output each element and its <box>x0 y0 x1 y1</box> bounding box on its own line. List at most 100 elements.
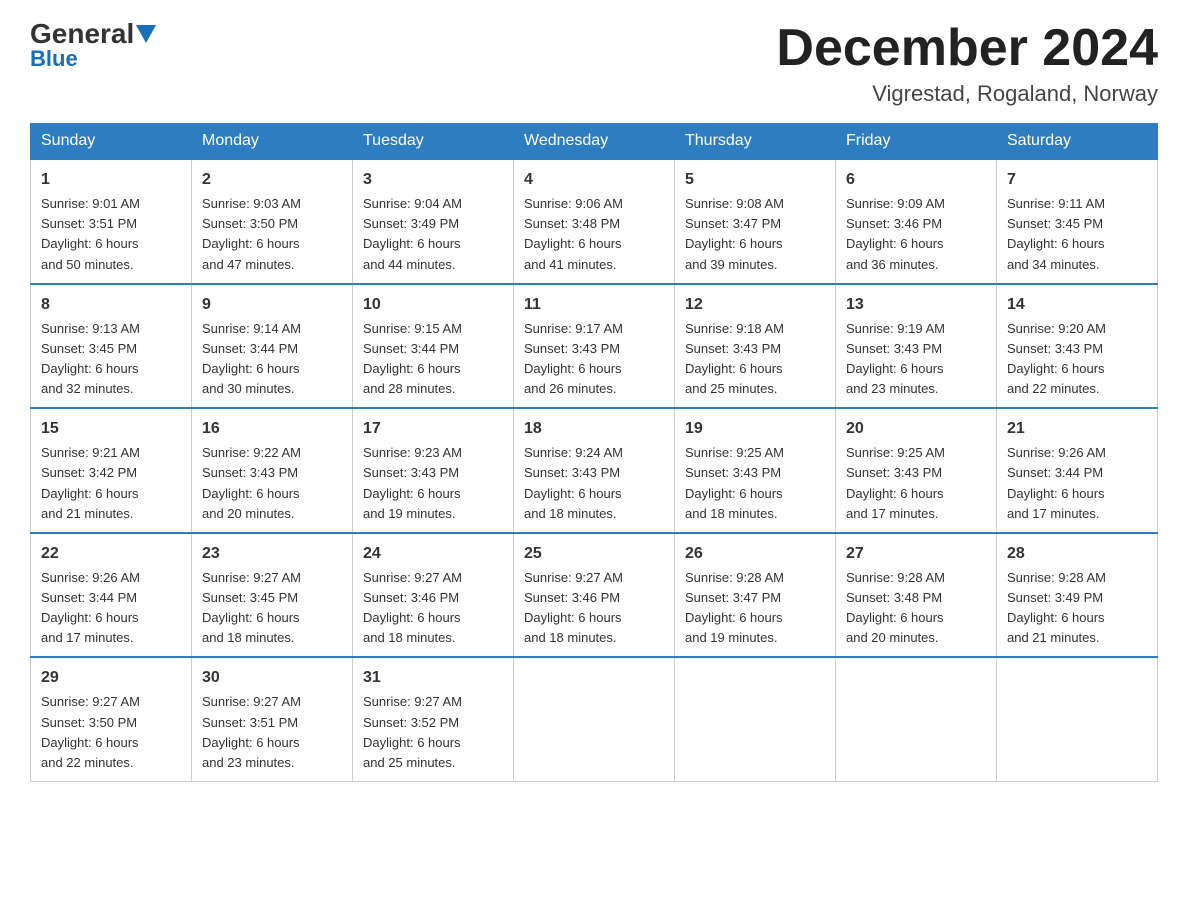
table-row: 1Sunrise: 9:01 AMSunset: 3:51 PMDaylight… <box>31 159 192 284</box>
table-row: 4Sunrise: 9:06 AMSunset: 3:48 PMDaylight… <box>514 159 675 284</box>
col-thursday: Thursday <box>675 124 836 160</box>
table-row: 7Sunrise: 9:11 AMSunset: 3:45 PMDaylight… <box>997 159 1158 284</box>
day-number: 10 <box>363 293 503 317</box>
day-info: Sunrise: 9:20 AMSunset: 3:43 PMDaylight:… <box>1007 319 1147 400</box>
day-number: 23 <box>202 542 342 566</box>
table-row: 17Sunrise: 9:23 AMSunset: 3:43 PMDayligh… <box>353 408 514 533</box>
day-number: 20 <box>846 417 986 441</box>
table-row: 18Sunrise: 9:24 AMSunset: 3:43 PMDayligh… <box>514 408 675 533</box>
table-row: 22Sunrise: 9:26 AMSunset: 3:44 PMDayligh… <box>31 533 192 658</box>
calendar-week-row: 8Sunrise: 9:13 AMSunset: 3:45 PMDaylight… <box>31 284 1158 409</box>
location-subtitle: Vigrestad, Rogaland, Norway <box>776 81 1158 107</box>
table-row: 3Sunrise: 9:04 AMSunset: 3:49 PMDaylight… <box>353 159 514 284</box>
logo-general-text: General <box>30 20 134 48</box>
table-row: 27Sunrise: 9:28 AMSunset: 3:48 PMDayligh… <box>836 533 997 658</box>
day-info: Sunrise: 9:11 AMSunset: 3:45 PMDaylight:… <box>1007 194 1147 275</box>
page-header: General Blue December 2024 Vigrestad, Ro… <box>30 20 1158 107</box>
day-info: Sunrise: 9:27 AMSunset: 3:45 PMDaylight:… <box>202 568 342 649</box>
day-info: Sunrise: 9:17 AMSunset: 3:43 PMDaylight:… <box>524 319 664 400</box>
day-number: 15 <box>41 417 181 441</box>
table-row: 13Sunrise: 9:19 AMSunset: 3:43 PMDayligh… <box>836 284 997 409</box>
day-info: Sunrise: 9:09 AMSunset: 3:46 PMDaylight:… <box>846 194 986 275</box>
table-row: 10Sunrise: 9:15 AMSunset: 3:44 PMDayligh… <box>353 284 514 409</box>
col-tuesday: Tuesday <box>353 124 514 160</box>
day-number: 5 <box>685 168 825 192</box>
day-number: 14 <box>1007 293 1147 317</box>
col-monday: Monday <box>192 124 353 160</box>
table-row <box>836 657 997 781</box>
table-row: 16Sunrise: 9:22 AMSunset: 3:43 PMDayligh… <box>192 408 353 533</box>
table-row: 8Sunrise: 9:13 AMSunset: 3:45 PMDaylight… <box>31 284 192 409</box>
day-number: 13 <box>846 293 986 317</box>
calendar-week-row: 29Sunrise: 9:27 AMSunset: 3:50 PMDayligh… <box>31 657 1158 781</box>
table-row: 25Sunrise: 9:27 AMSunset: 3:46 PMDayligh… <box>514 533 675 658</box>
calendar-week-row: 1Sunrise: 9:01 AMSunset: 3:51 PMDaylight… <box>31 159 1158 284</box>
day-info: Sunrise: 9:27 AMSunset: 3:46 PMDaylight:… <box>363 568 503 649</box>
logo-triangle-icon <box>136 25 156 43</box>
day-info: Sunrise: 9:26 AMSunset: 3:44 PMDaylight:… <box>1007 443 1147 524</box>
table-row: 15Sunrise: 9:21 AMSunset: 3:42 PMDayligh… <box>31 408 192 533</box>
day-number: 16 <box>202 417 342 441</box>
col-friday: Friday <box>836 124 997 160</box>
table-row: 23Sunrise: 9:27 AMSunset: 3:45 PMDayligh… <box>192 533 353 658</box>
day-info: Sunrise: 9:27 AMSunset: 3:52 PMDaylight:… <box>363 692 503 773</box>
day-number: 9 <box>202 293 342 317</box>
day-number: 2 <box>202 168 342 192</box>
table-row: 26Sunrise: 9:28 AMSunset: 3:47 PMDayligh… <box>675 533 836 658</box>
day-number: 29 <box>41 666 181 690</box>
day-info: Sunrise: 9:26 AMSunset: 3:44 PMDaylight:… <box>41 568 181 649</box>
day-number: 6 <box>846 168 986 192</box>
day-number: 30 <box>202 666 342 690</box>
col-wednesday: Wednesday <box>514 124 675 160</box>
day-info: Sunrise: 9:01 AMSunset: 3:51 PMDaylight:… <box>41 194 181 275</box>
day-number: 4 <box>524 168 664 192</box>
table-row <box>997 657 1158 781</box>
day-info: Sunrise: 9:28 AMSunset: 3:48 PMDaylight:… <box>846 568 986 649</box>
table-row <box>675 657 836 781</box>
day-number: 3 <box>363 168 503 192</box>
day-number: 7 <box>1007 168 1147 192</box>
table-row: 12Sunrise: 9:18 AMSunset: 3:43 PMDayligh… <box>675 284 836 409</box>
col-sunday: Sunday <box>31 124 192 160</box>
day-number: 19 <box>685 417 825 441</box>
day-number: 12 <box>685 293 825 317</box>
day-number: 25 <box>524 542 664 566</box>
day-info: Sunrise: 9:04 AMSunset: 3:49 PMDaylight:… <box>363 194 503 275</box>
day-number: 1 <box>41 168 181 192</box>
day-info: Sunrise: 9:25 AMSunset: 3:43 PMDaylight:… <box>685 443 825 524</box>
table-row: 24Sunrise: 9:27 AMSunset: 3:46 PMDayligh… <box>353 533 514 658</box>
day-info: Sunrise: 9:21 AMSunset: 3:42 PMDaylight:… <box>41 443 181 524</box>
day-number: 11 <box>524 293 664 317</box>
calendar-week-row: 15Sunrise: 9:21 AMSunset: 3:42 PMDayligh… <box>31 408 1158 533</box>
day-number: 26 <box>685 542 825 566</box>
table-row: 11Sunrise: 9:17 AMSunset: 3:43 PMDayligh… <box>514 284 675 409</box>
table-row: 19Sunrise: 9:25 AMSunset: 3:43 PMDayligh… <box>675 408 836 533</box>
day-info: Sunrise: 9:03 AMSunset: 3:50 PMDaylight:… <box>202 194 342 275</box>
calendar-table: Sunday Monday Tuesday Wednesday Thursday… <box>30 123 1158 782</box>
table-row: 29Sunrise: 9:27 AMSunset: 3:50 PMDayligh… <box>31 657 192 781</box>
day-number: 21 <box>1007 417 1147 441</box>
table-row: 30Sunrise: 9:27 AMSunset: 3:51 PMDayligh… <box>192 657 353 781</box>
day-info: Sunrise: 9:25 AMSunset: 3:43 PMDaylight:… <box>846 443 986 524</box>
day-info: Sunrise: 9:08 AMSunset: 3:47 PMDaylight:… <box>685 194 825 275</box>
table-row <box>514 657 675 781</box>
day-info: Sunrise: 9:14 AMSunset: 3:44 PMDaylight:… <box>202 319 342 400</box>
day-number: 22 <box>41 542 181 566</box>
table-row: 31Sunrise: 9:27 AMSunset: 3:52 PMDayligh… <box>353 657 514 781</box>
title-area: December 2024 Vigrestad, Rogaland, Norwa… <box>776 20 1158 107</box>
day-info: Sunrise: 9:27 AMSunset: 3:46 PMDaylight:… <box>524 568 664 649</box>
day-info: Sunrise: 9:28 AMSunset: 3:49 PMDaylight:… <box>1007 568 1147 649</box>
day-info: Sunrise: 9:13 AMSunset: 3:45 PMDaylight:… <box>41 319 181 400</box>
logo-area: General Blue <box>30 20 158 72</box>
day-number: 8 <box>41 293 181 317</box>
calendar-week-row: 22Sunrise: 9:26 AMSunset: 3:44 PMDayligh… <box>31 533 1158 658</box>
day-number: 18 <box>524 417 664 441</box>
day-number: 28 <box>1007 542 1147 566</box>
day-info: Sunrise: 9:15 AMSunset: 3:44 PMDaylight:… <box>363 319 503 400</box>
logo: General <box>30 20 158 48</box>
logo-blue-text: Blue <box>30 46 78 72</box>
day-info: Sunrise: 9:18 AMSunset: 3:43 PMDaylight:… <box>685 319 825 400</box>
col-saturday: Saturday <box>997 124 1158 160</box>
table-row: 5Sunrise: 9:08 AMSunset: 3:47 PMDaylight… <box>675 159 836 284</box>
day-info: Sunrise: 9:28 AMSunset: 3:47 PMDaylight:… <box>685 568 825 649</box>
